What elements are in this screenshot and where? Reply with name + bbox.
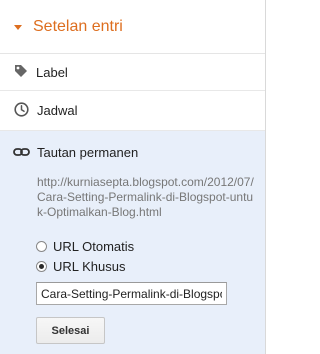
permalink-url: http://kurniasepta.blogspot.com/2012/07/… — [37, 175, 254, 219]
done-button[interactable]: Selesai — [36, 317, 105, 344]
post-settings-panel: Setelan entri Label Jadwal Tautan perman… — [0, 0, 266, 354]
link-icon — [13, 145, 30, 160]
custom-url-input[interactable] — [36, 282, 227, 305]
permalink-header[interactable]: Tautan permanen — [13, 145, 138, 160]
url-custom-label: URL Khusus — [53, 259, 126, 274]
sidebar-item-schedule-text: Jadwal — [37, 103, 78, 118]
permalink-title: Tautan permanen — [37, 145, 139, 160]
clock-icon — [14, 101, 29, 120]
url-custom-option[interactable]: URL Khusus — [36, 259, 126, 274]
caret-down-icon — [14, 24, 22, 30]
url-automatic-option[interactable]: URL Otomatis — [36, 239, 134, 254]
radio-button[interactable] — [36, 241, 47, 252]
sidebar-item-label-text: Label — [36, 64, 68, 80]
tag-icon — [14, 64, 28, 81]
sidebar-item-schedule[interactable]: Jadwal — [0, 91, 265, 131]
radio-button-checked[interactable] — [36, 261, 47, 272]
post-settings-header[interactable]: Setelan entri — [0, 0, 265, 54]
url-automatic-label: URL Otomatis — [53, 239, 135, 254]
post-settings-title: Setelan entri — [33, 17, 123, 35]
permalink-section: Tautan permanen http://kurniasepta.blogs… — [0, 131, 265, 354]
sidebar-item-label[interactable]: Label — [0, 54, 265, 91]
